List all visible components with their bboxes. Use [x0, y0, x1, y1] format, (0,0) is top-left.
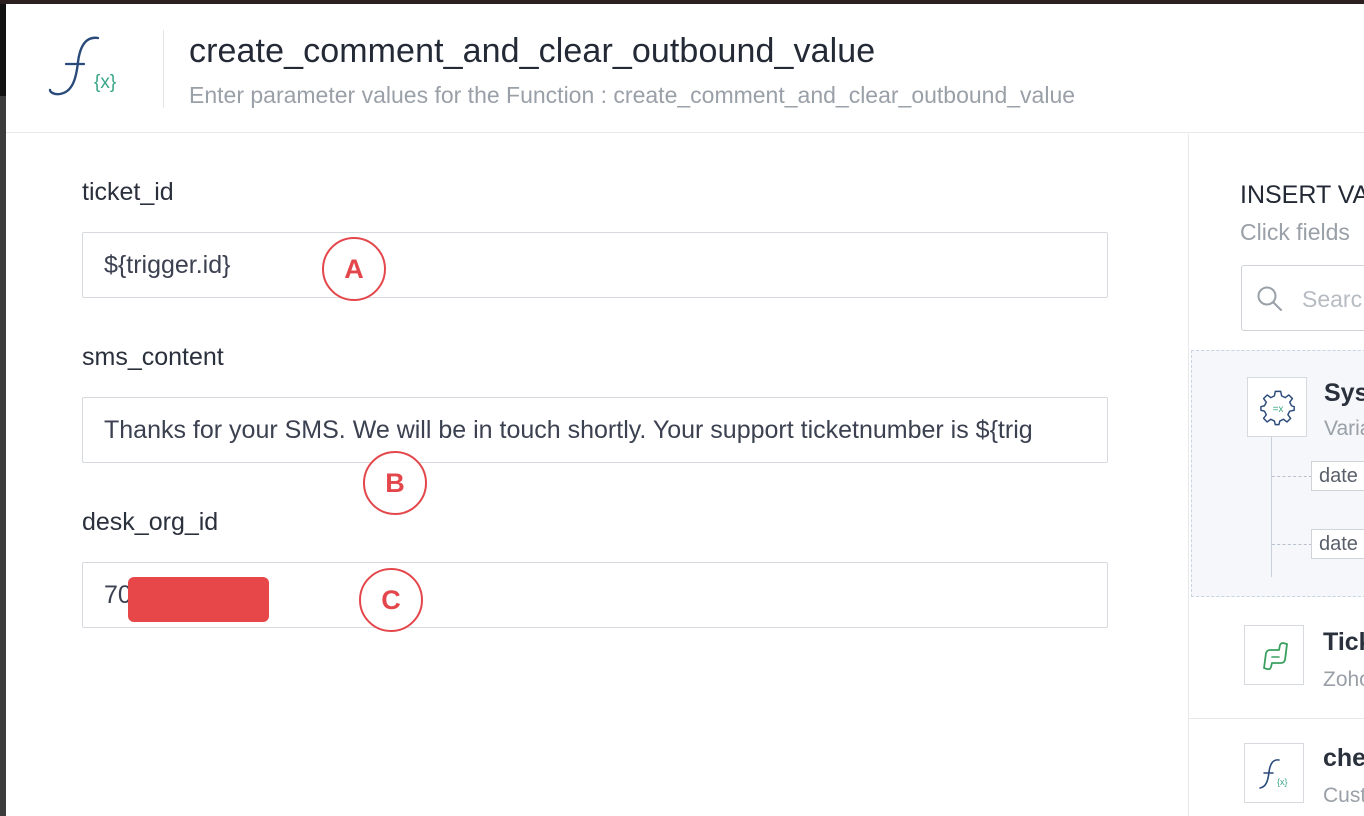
tree-connector: [1271, 437, 1272, 577]
function-fx-icon: {x}: [1244, 743, 1304, 803]
date-variable-tag[interactable]: date: [1311, 461, 1364, 491]
insert-pane-title: INSERT VA: [1240, 181, 1364, 209]
list-separator: [1189, 718, 1364, 719]
search-placeholder: Searc: [1302, 286, 1363, 312]
dialog-title: create_comment_and_clear_outbound_value: [189, 32, 876, 70]
system-variables-title: Syst: [1324, 379, 1364, 407]
system-variables-subtitle: Varia: [1324, 417, 1364, 440]
sms-content-label: sms_content: [82, 343, 224, 371]
annotation-marker-c: C: [359, 568, 423, 632]
desk-org-id-label: desk_org_id: [82, 508, 219, 536]
annotation-marker-a: A: [322, 237, 386, 301]
ticket-id-input[interactable]: ${trigger.id}: [82, 232, 1108, 298]
function-parameters-dialog: {x} create_comment_and_clear_outbound_va…: [6, 4, 1364, 816]
dialog-header: {x} create_comment_and_clear_outbound_va…: [6, 4, 1364, 133]
header-divider: [163, 30, 164, 108]
annotation-marker-b: B: [363, 451, 427, 515]
sms-content-input[interactable]: Thanks for your SMS. We will be in touch…: [82, 397, 1108, 463]
zoho-desk-ticket-icon: [1244, 625, 1304, 685]
svg-text:{x}: {x}: [94, 72, 116, 93]
tree-branch: [1272, 544, 1312, 545]
ticket-item-title[interactable]: Tick: [1323, 628, 1364, 657]
date-variable-tag[interactable]: date: [1311, 529, 1364, 559]
function-item-title[interactable]: che: [1323, 744, 1364, 773]
system-variables-group[interactable]: =x Syst Varia date date: [1191, 350, 1364, 597]
function-fx-icon: {x}: [42, 30, 142, 110]
redaction-overlay: [128, 577, 269, 622]
svg-text:=x: =x: [1273, 404, 1284, 415]
insert-pane-hint: Click fields: [1240, 219, 1350, 245]
svg-text:{x}: {x}: [1277, 777, 1288, 787]
ticket-item-subtitle: Zoho: [1323, 668, 1364, 691]
insert-variables-pane: INSERT VA Click fields Searc =x Syst Var…: [1188, 134, 1364, 816]
ticket-id-label: ticket_id: [82, 178, 174, 206]
variable-search-input[interactable]: Searc: [1241, 265, 1364, 331]
dialog-subtitle: Enter parameter values for the Function …: [189, 82, 1076, 108]
function-item-subtitle: Cust: [1323, 784, 1364, 807]
tree-branch: [1272, 476, 1312, 477]
search-icon: [1257, 286, 1282, 311]
system-variables-gear-icon: =x: [1247, 377, 1307, 437]
